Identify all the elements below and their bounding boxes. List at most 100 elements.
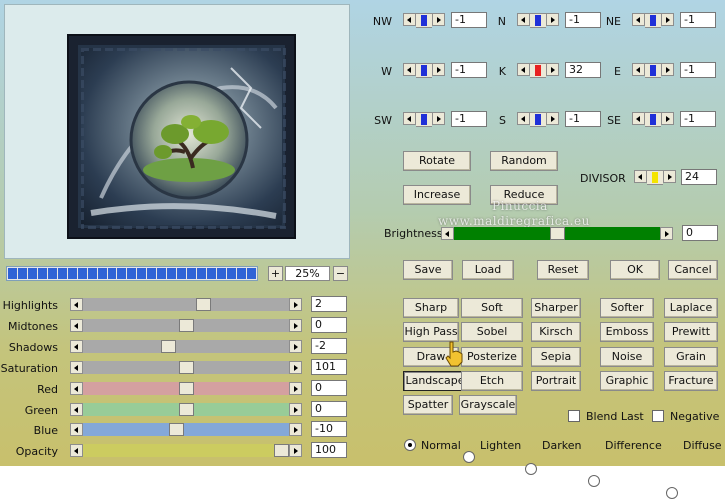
- preset-sharp-button[interactable]: Sharp: [403, 298, 459, 318]
- blend-last-checkbox[interactable]: [568, 410, 580, 422]
- opacity-value[interactable]: 100: [311, 442, 347, 459]
- matrix-sw-increase-arrow[interactable]: [432, 112, 445, 125]
- preset-graphic-button[interactable]: Graphic: [600, 370, 654, 391]
- matrix-s-slider[interactable]: [517, 112, 559, 127]
- opacity-increase-arrow[interactable]: [289, 444, 302, 458]
- matrix-n-decrease-arrow[interactable]: [517, 13, 530, 26]
- matrix-se-slider[interactable]: [632, 112, 674, 127]
- green-decrease-arrow[interactable]: [70, 402, 83, 416]
- preset-soft-button[interactable]: Soft: [461, 298, 523, 318]
- increase-button[interactable]: Increase: [403, 185, 471, 205]
- green-increase-arrow[interactable]: [289, 402, 302, 416]
- midtones-decrease-arrow[interactable]: [70, 318, 83, 332]
- save-button[interactable]: Save: [403, 260, 453, 280]
- matrix-k-thumb[interactable]: [535, 65, 541, 76]
- saturation-slider[interactable]: [70, 360, 302, 374]
- preset-posterize-button[interactable]: Posterize: [461, 346, 523, 367]
- brightness-value[interactable]: 0: [682, 225, 718, 241]
- shadows-slider-thumb[interactable]: [161, 339, 176, 353]
- zoom-in-button[interactable]: +: [268, 266, 283, 281]
- reset-button[interactable]: Reset: [537, 260, 589, 280]
- preset-emboss-button[interactable]: Emboss: [600, 322, 654, 343]
- midtones-slider[interactable]: [70, 318, 302, 332]
- brightness-slider[interactable]: [441, 227, 673, 240]
- matrix-ne-slider[interactable]: [632, 13, 674, 28]
- green-slider[interactable]: [70, 402, 302, 416]
- cancel-button[interactable]: Cancel: [668, 260, 718, 280]
- matrix-se-increase-arrow[interactable]: [661, 112, 674, 125]
- green-value[interactable]: 0: [311, 400, 347, 417]
- matrix-ne-increase-arrow[interactable]: [661, 13, 674, 26]
- highlights-slider-thumb[interactable]: [196, 298, 211, 311]
- blue-value[interactable]: -10: [311, 421, 347, 438]
- preset-portrait-button[interactable]: Portrait: [531, 370, 581, 391]
- saturation-decrease-arrow[interactable]: [70, 360, 83, 374]
- matrix-e-increase-arrow[interactable]: [661, 63, 674, 76]
- matrix-e-decrease-arrow[interactable]: [632, 63, 645, 76]
- matrix-sw-slider[interactable]: [403, 112, 445, 127]
- matrix-s-increase-arrow[interactable]: [546, 112, 559, 125]
- preset-kirsch-button[interactable]: Kirsch: [531, 322, 581, 343]
- matrix-sw-decrease-arrow[interactable]: [403, 112, 416, 125]
- preset-sobel-button[interactable]: Sobel: [461, 322, 523, 343]
- matrix-n-value[interactable]: -1: [565, 12, 601, 28]
- load-button[interactable]: Load: [462, 260, 514, 280]
- matrix-k-decrease-arrow[interactable]: [517, 63, 530, 76]
- divisor-slider[interactable]: [634, 170, 676, 185]
- red-decrease-arrow[interactable]: [70, 381, 83, 395]
- negative-checkbox[interactable]: [652, 410, 664, 422]
- matrix-w-thumb[interactable]: [421, 65, 427, 76]
- matrix-s-value[interactable]: -1: [565, 111, 601, 127]
- matrix-ne-decrease-arrow[interactable]: [632, 13, 645, 26]
- preset-sepia-button[interactable]: Sepia: [531, 346, 581, 367]
- mode-diffuse-radio[interactable]: [666, 487, 678, 499]
- matrix-nw-slider[interactable]: [403, 13, 445, 28]
- zoom-out-button[interactable]: −: [333, 266, 348, 281]
- midtones-slider-thumb[interactable]: [179, 318, 194, 332]
- opacity-decrease-arrow[interactable]: [70, 444, 83, 458]
- midtones-increase-arrow[interactable]: [289, 318, 302, 332]
- matrix-k-increase-arrow[interactable]: [546, 63, 559, 76]
- mode-difference-radio[interactable]: [588, 475, 600, 487]
- divisor-slider-thumb[interactable]: [652, 172, 658, 183]
- preset-etch-button[interactable]: Etch: [461, 370, 523, 391]
- mode-normal-radio[interactable]: [404, 439, 416, 451]
- preset-fracture-button[interactable]: Fracture: [664, 370, 718, 391]
- mode-lighten-radio[interactable]: [463, 451, 475, 463]
- matrix-w-decrease-arrow[interactable]: [403, 63, 416, 76]
- matrix-ne-thumb[interactable]: [650, 15, 656, 26]
- matrix-n-slider[interactable]: [517, 13, 559, 28]
- highlights-increase-arrow[interactable]: [289, 298, 302, 311]
- midtones-value[interactable]: 0: [311, 316, 347, 333]
- matrix-k-value[interactable]: 32: [565, 62, 601, 78]
- saturation-increase-arrow[interactable]: [289, 360, 302, 374]
- brightness-decrease-arrow[interactable]: [441, 227, 454, 240]
- shadows-decrease-arrow[interactable]: [70, 339, 83, 353]
- matrix-k-slider[interactable]: [517, 63, 559, 78]
- preset-landscape-button[interactable]: Landscape: [403, 370, 467, 391]
- shadows-increase-arrow[interactable]: [289, 339, 302, 353]
- highlights-decrease-arrow[interactable]: [70, 298, 83, 311]
- rotate-button[interactable]: Rotate: [403, 151, 471, 171]
- matrix-se-value[interactable]: -1: [680, 111, 716, 127]
- divisor-increase-arrow[interactable]: [663, 170, 676, 183]
- preset-softer-button[interactable]: Softer: [600, 298, 654, 318]
- preset-grayscale-button[interactable]: Grayscale: [459, 395, 517, 416]
- matrix-w-slider[interactable]: [403, 63, 445, 78]
- matrix-e-slider[interactable]: [632, 63, 674, 78]
- matrix-w-increase-arrow[interactable]: [432, 63, 445, 76]
- matrix-nw-thumb[interactable]: [421, 15, 427, 26]
- preset-noise-button[interactable]: Noise: [600, 346, 654, 367]
- matrix-nw-increase-arrow[interactable]: [432, 13, 445, 26]
- divisor-decrease-arrow[interactable]: [634, 170, 647, 183]
- matrix-ne-value[interactable]: -1: [680, 12, 716, 28]
- blue-slider[interactable]: [70, 423, 302, 437]
- matrix-e-thumb[interactable]: [650, 65, 656, 76]
- saturation-value[interactable]: 101: [311, 358, 347, 375]
- red-increase-arrow[interactable]: [289, 381, 302, 395]
- mode-darken-radio[interactable]: [525, 463, 537, 475]
- preset-spatter-button[interactable]: Spatter: [403, 395, 453, 416]
- shadows-slider[interactable]: [70, 339, 302, 353]
- matrix-s-thumb[interactable]: [535, 114, 541, 125]
- highlights-value[interactable]: 2: [311, 296, 347, 312]
